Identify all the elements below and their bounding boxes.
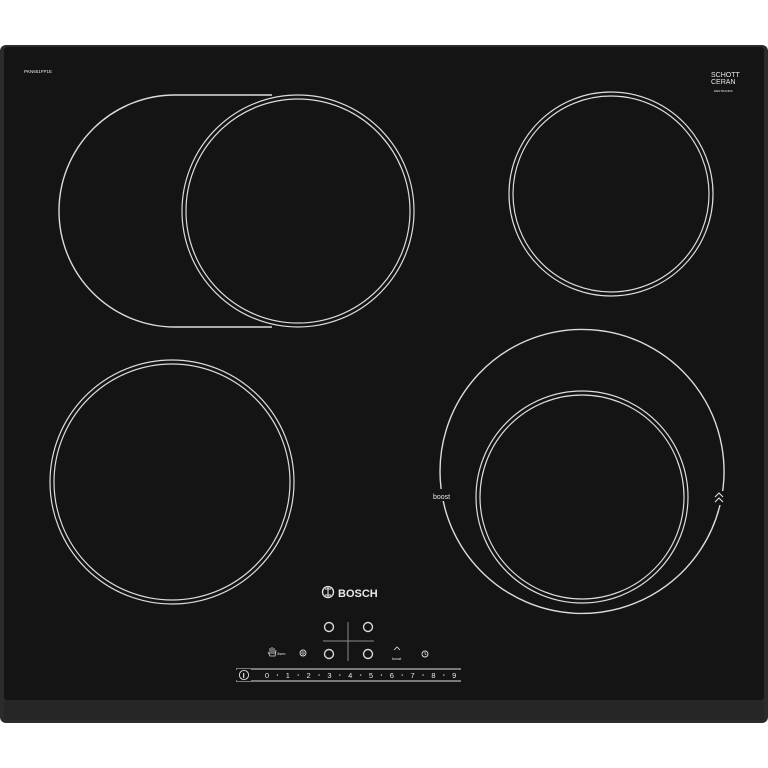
boost-label: boost (433, 494, 450, 501)
schott-brand-line1: SCHOTT (711, 72, 741, 79)
slider-separator-dot (422, 674, 424, 676)
childlock-label: 3sec (277, 651, 285, 656)
slider-level-2[interactable]: 2 (307, 671, 311, 680)
slider-level-9[interactable]: 9 (452, 671, 456, 680)
schott-brand-line2: CERAN (711, 79, 736, 86)
power-symbol: I (243, 671, 245, 680)
cooktop: PKN651FP1E SCHOTT CERAN DENTRANDS boost (0, 45, 768, 723)
slider-separator-dot (339, 674, 341, 676)
slider-separator-dot (276, 674, 279, 676)
brand-name: BOSCH (338, 588, 378, 600)
slider-level-6[interactable]: 6 (390, 671, 394, 680)
slider-level-5[interactable]: 5 (369, 671, 373, 680)
slider-level-4[interactable]: 4 (348, 671, 352, 680)
slider-level-0[interactable]: 0 (265, 671, 269, 680)
slider-level-1[interactable]: 1 (286, 671, 290, 680)
slider-separator-dot (380, 674, 383, 676)
ceramic-glass (4, 47, 764, 700)
front-edge (4, 700, 764, 720)
double-chevron-up-icon (712, 491, 726, 505)
slider-separator-dot (359, 674, 362, 676)
slider-level-3[interactable]: 3 (327, 671, 331, 680)
boost-button-label: boost (392, 657, 402, 661)
slider-separator-dot (297, 674, 300, 676)
slider-level-7[interactable]: 7 (411, 671, 415, 680)
slider-level-8[interactable]: 8 (431, 671, 435, 680)
slider-separator-dot (318, 674, 320, 676)
slider-separator-dot (401, 674, 404, 676)
power-button[interactable]: I (237, 669, 251, 681)
slider-separator-dot (443, 674, 445, 676)
model-code: PKN651FP1E (24, 69, 52, 74)
glass-sub-code: DENTRANDS (714, 89, 733, 93)
